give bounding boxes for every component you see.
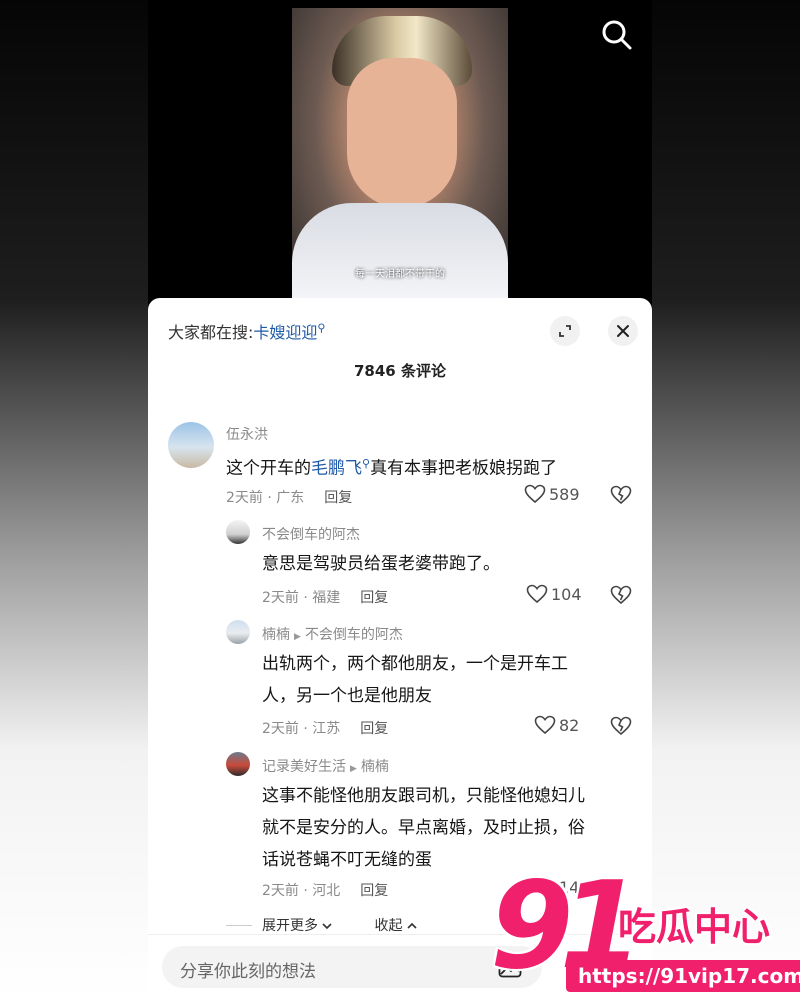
comment-count: 7846 条评论 [354, 362, 446, 380]
comment-input[interactable]: 分享你此刻的想法 [162, 946, 542, 988]
comment-meta: 2天前 · 河北 回复 [262, 880, 388, 900]
avatar[interactable] [226, 520, 250, 544]
video-figure-shirt [292, 203, 508, 298]
avatar[interactable] [226, 620, 250, 644]
watermark-url: https://91vip17.com [566, 960, 800, 992]
search-icon[interactable] [600, 18, 634, 52]
comment-author: 记录美好生活 ▶ 楠楠 [262, 756, 389, 776]
comment-text-part: 这个开车的 [226, 458, 311, 479]
keyword-search-icon: ⚲ [317, 321, 326, 335]
comment-author[interactable]: 不会倒车的阿杰 [262, 524, 360, 544]
watermark-name: 吃瓜中心 [618, 905, 771, 949]
comment-input-placeholder: 分享你此刻的想法 [180, 962, 316, 982]
comment-meta: 2天前 · 福建 回复 [262, 587, 388, 607]
expand-more-button[interactable]: 展开更多 [262, 915, 333, 935]
video-player[interactable]: 每一天泪都不带干的 [292, 8, 508, 298]
expand-icon[interactable] [550, 316, 580, 346]
close-icon[interactable] [608, 316, 638, 346]
phone-screen: 每一天泪都不带干的 大家都在搜:卡嫂迎迎⚲ 7846 条评论 伍永洪 这个开车的… [148, 0, 652, 1000]
reply-button[interactable]: 回复 [324, 490, 352, 506]
video-figure-face [347, 58, 457, 208]
reply-to-name[interactable]: 楠楠 [361, 759, 389, 775]
like-button[interactable]: 104 [526, 584, 582, 604]
comment-text-line: 就不是安分的人。早点离婚，及时止损，俗 [262, 818, 585, 838]
comment-author-name[interactable]: 楠楠 [262, 627, 290, 643]
heart-icon [524, 484, 546, 504]
chevron-up-icon [407, 922, 417, 929]
comment-meta: 2天前 · 广东 回复 [226, 487, 352, 507]
like-count: 589 [549, 484, 580, 504]
comment-author: 楠楠 ▶ 不会倒车的阿杰 [262, 624, 403, 644]
reply-button[interactable]: 回复 [360, 883, 388, 899]
avatar[interactable] [226, 752, 250, 776]
comment-text-line: 这事不能怪他朋友跟司机，只能怪他媳妇儿 [262, 786, 585, 806]
chevron-down-icon [322, 923, 333, 930]
collapse-button[interactable]: 收起 [374, 915, 417, 935]
background-right [652, 0, 800, 1000]
comment-text: 这个开车的毛鹏飞⚲真有本事把老板娘拐跑了 [226, 448, 557, 485]
like-button[interactable]: 589 [524, 484, 580, 504]
comment-time-location: 2天前 · 福建 [262, 590, 341, 606]
avatar[interactable] [168, 422, 214, 468]
comment-time-location: 2天前 · 河北 [262, 883, 341, 899]
watermark-logo: 91 吃瓜中心 https://91vip17.com [490, 867, 800, 1000]
comment-author[interactable]: 伍永洪 [226, 424, 268, 444]
video-subtitle: 每一天泪都不带干的 [355, 269, 445, 280]
reply-arrow-icon: ▶ [350, 764, 357, 774]
heart-icon [526, 584, 548, 604]
hot-search-prefix: 大家都在搜: [168, 323, 254, 342]
reply-to-name[interactable]: 不会倒车的阿杰 [305, 627, 403, 643]
comment-text: 出轨两个，两个都他朋友，一个是开车工 人，另一个也是他朋友 [262, 648, 568, 712]
broken-heart-icon[interactable] [610, 585, 632, 609]
sheet-header: 大家都在搜:卡嫂迎迎⚲ [168, 316, 638, 346]
comment-meta: 2天前 · 江苏 回复 [262, 718, 388, 738]
comment-text-part: 真有本事把老板娘拐跑了 [370, 458, 558, 479]
comment-keyword-link[interactable]: 毛鹏飞 [311, 459, 362, 479]
expand-collapse-row: 展开更多 收起 [226, 914, 526, 936]
like-button[interactable]: 82 [534, 715, 579, 735]
hot-search[interactable]: 大家都在搜:卡嫂迎迎⚲ [168, 319, 325, 343]
comment-text-line: 出轨两个，两个都他朋友，一个是开车工 [262, 654, 568, 674]
comment-text: 意思是驾驶员给蛋老婆带跑了。 [262, 554, 500, 574]
hot-search-keyword[interactable]: 卡嫂迎迎 [253, 323, 317, 342]
expand-more-label: 展开更多 [262, 918, 318, 934]
comment-time-location: 2天前 · 江苏 [262, 721, 341, 737]
heart-icon [534, 715, 556, 735]
collapse-label: 收起 [374, 918, 403, 934]
comment-author-name[interactable]: 记录美好生活 [262, 759, 346, 775]
reply-button[interactable]: 回复 [360, 590, 388, 606]
broken-heart-icon[interactable] [610, 485, 632, 509]
comment-text-line: 人，另一个也是他朋友 [262, 686, 432, 706]
broken-heart-icon[interactable] [610, 716, 632, 740]
background-left [0, 0, 148, 1000]
reply-arrow-icon: ▶ [294, 632, 301, 642]
divider [226, 924, 252, 926]
keyword-search-icon: ⚲ [362, 457, 371, 470]
comment-time-location: 2天前 · 广东 [226, 490, 305, 506]
like-count: 104 [551, 584, 582, 604]
reply-button[interactable]: 回复 [360, 721, 388, 737]
like-count: 82 [559, 715, 580, 735]
